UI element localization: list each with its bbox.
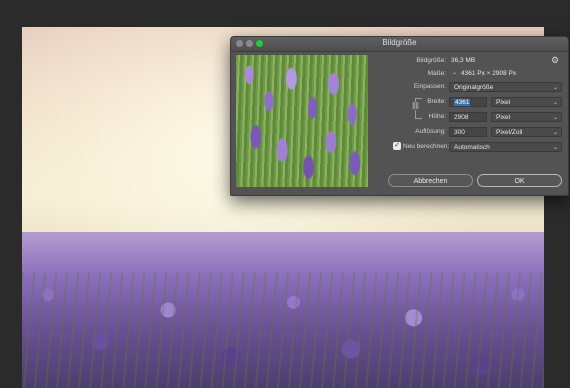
width-input-value: 4361 — [454, 99, 471, 106]
dimensions-value: 4361 Px × 2908 Px — [461, 70, 517, 77]
select-chevron-icon: ⌄ — [552, 145, 558, 151]
select-chevron-icon: ⌄ — [552, 115, 558, 121]
lavender-stems — [22, 272, 544, 388]
image-size-value: 36,3 MB — [451, 57, 476, 64]
resolution-input[interactable]: 300 — [449, 127, 487, 137]
height-unit-value: Pixel — [496, 114, 511, 121]
cancel-button[interactable]: Abbrechen — [388, 174, 473, 187]
width-input[interactable]: 4361 — [449, 97, 487, 107]
width-unit-value: Pixel — [496, 99, 511, 106]
resolution-unit-value: Pixel/Zoll — [496, 129, 523, 136]
height-input[interactable]: 2908 — [449, 112, 487, 122]
resolution-label: Auflösung: — [415, 128, 446, 135]
resample-label: Neu berechnen: — [403, 143, 450, 150]
resample-checkbox[interactable]: ✓ — [393, 142, 401, 150]
fit-select[interactable]: Originalgröße ⌄ — [449, 82, 562, 92]
resolution-unit-select[interactable]: Pixel/Zoll ⌄ — [491, 127, 562, 137]
fit-label: Einpassen: — [413, 83, 446, 90]
fit-select-value: Originalgröße — [454, 84, 494, 91]
width-label: Breite: — [427, 98, 446, 105]
height-unit-select[interactable]: Pixel ⌄ — [491, 112, 562, 122]
chevron-down-icon[interactable]: ⌄ — [452, 69, 457, 76]
height-input-value: 2908 — [454, 114, 469, 121]
resolution-input-value: 300 — [454, 129, 465, 136]
resample-select[interactable]: Automatisch ⌄ — [449, 142, 562, 152]
image-size-label: Bildgröße: — [416, 57, 446, 64]
select-chevron-icon: ⌄ — [552, 130, 558, 136]
select-chevron-icon: ⌄ — [552, 100, 558, 106]
select-chevron-icon: ⌄ — [552, 85, 558, 91]
gear-icon[interactable]: ⚙ — [551, 55, 559, 66]
resample-select-value: Automatisch — [454, 144, 490, 151]
height-label: Höhe: — [428, 113, 446, 120]
width-unit-select[interactable]: Pixel ⌄ — [491, 97, 562, 107]
image-size-dialog: Bildgröße ⚙ Bildgröße: 36,3 MB Maße: ⌄ 4… — [230, 36, 569, 196]
dimensions-label: Maße: — [427, 70, 446, 77]
dialog-title: Bildgröße — [382, 38, 417, 47]
ok-button[interactable]: OK — [477, 174, 562, 187]
image-preview[interactable] — [236, 55, 368, 187]
dialog-titlebar[interactable]: Bildgröße — [231, 37, 568, 52]
